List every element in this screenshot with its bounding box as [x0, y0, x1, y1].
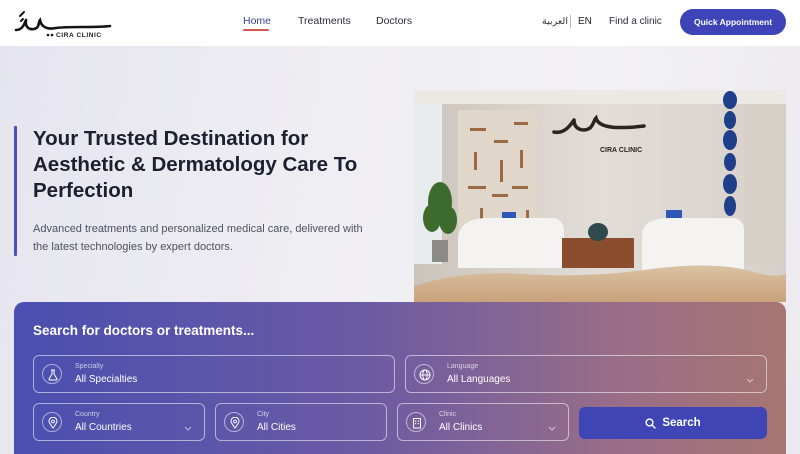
search-panel: Search for doctors or treatments... Spec…: [14, 302, 786, 454]
hero-subtitle: Advanced treatments and personalized med…: [33, 223, 363, 253]
search-icon: [645, 417, 657, 429]
city-select[interactable]: City All Cities: [215, 403, 387, 441]
country-select[interactable]: Country All Countries: [33, 403, 205, 441]
nav-home[interactable]: Home: [243, 15, 271, 27]
specialty-label: Specialty: [75, 363, 104, 370]
quick-appointment-button[interactable]: Quick Appointment: [680, 9, 786, 35]
specialty-value: All Specialties: [75, 374, 138, 385]
city-value: All Cities: [257, 422, 296, 433]
clinic-label: Clinic: [439, 411, 457, 418]
language-divider: [570, 15, 571, 28]
hero-title: Your Trusted Destination for Aesthetic &…: [33, 127, 358, 202]
nav-doctors[interactable]: Doctors: [376, 15, 412, 27]
nav-active-indicator: [243, 29, 269, 31]
nav-treatments[interactable]: Treatments: [298, 15, 351, 27]
clinic-select[interactable]: Clinic All Clinics: [397, 403, 569, 441]
search-button[interactable]: Search: [579, 407, 767, 439]
site-header: CIRA CLINIC Home Treatments Doctors العر…: [0, 0, 800, 46]
language-english-link[interactable]: EN: [578, 16, 592, 27]
location-pin-icon: [42, 412, 62, 432]
country-value: All Countries: [75, 422, 132, 433]
flask-icon: [42, 364, 62, 384]
logo-wordmark: CIRA CLINIC: [56, 32, 102, 39]
hero-accent-bar: [14, 126, 17, 256]
chevron-down-icon: [746, 378, 754, 383]
language-arabic-link[interactable]: العربية: [542, 16, 568, 27]
search-button-label: Search: [662, 417, 701, 429]
location-pin-icon: [224, 412, 244, 432]
clinic-value: All Clinics: [439, 422, 483, 433]
language-value: All Languages: [447, 374, 511, 385]
cira-clinic-logo[interactable]: CIRA CLINIC: [12, 6, 116, 40]
clinic-reception-image: CIRA CLINIC: [414, 90, 786, 302]
wall-sign-text: CIRA CLINIC: [600, 147, 642, 154]
language-select[interactable]: Language All Languages: [405, 355, 767, 393]
country-label: Country: [75, 411, 100, 418]
search-panel-title: Search for doctors or treatments...: [33, 323, 255, 338]
city-label: City: [257, 411, 270, 418]
globe-icon: [414, 364, 434, 384]
chevron-down-icon: [184, 426, 192, 431]
specialty-select[interactable]: Specialty All Specialties: [33, 355, 395, 393]
building-icon: [406, 412, 426, 432]
language-label: Language: [447, 363, 479, 370]
find-clinic-link[interactable]: Find a clinic: [609, 16, 662, 27]
chevron-down-icon: [548, 426, 556, 431]
